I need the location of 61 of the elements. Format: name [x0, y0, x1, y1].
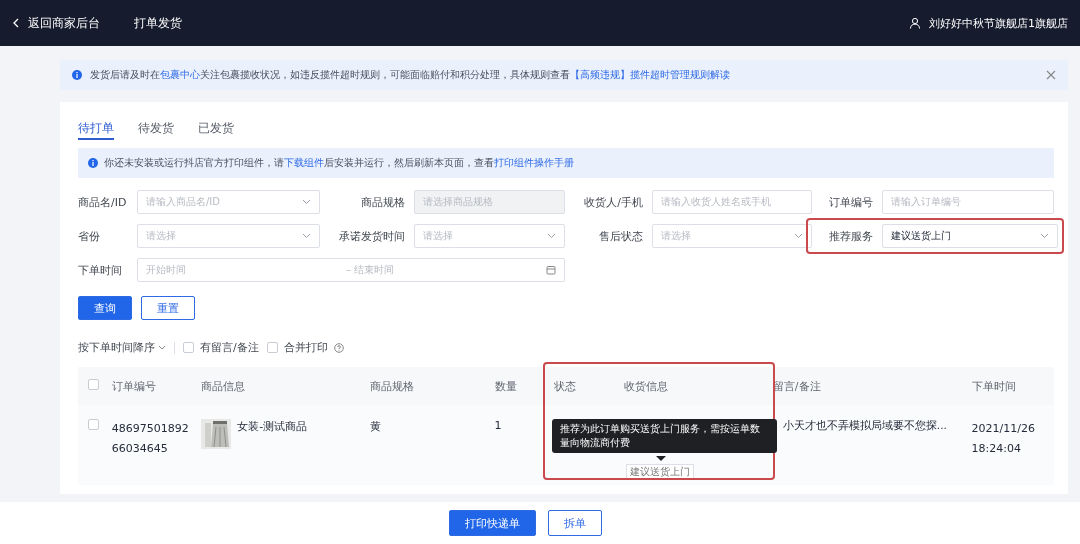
filter-label: 承诺发货时间 — [338, 228, 406, 244]
table-cell: 1 — [494, 419, 502, 432]
column-header: 状态 — [554, 379, 577, 393]
checkbox[interactable] — [183, 342, 194, 353]
calendar-icon — [546, 265, 556, 275]
back-link[interactable]: 返回商家后台 — [28, 14, 100, 32]
filter-label: 省份 — [78, 228, 101, 244]
checkbox-label[interactable]: 有留言/备注 — [200, 340, 259, 355]
select-field[interactable]: 建议送货上门 — [882, 224, 1058, 248]
select-all-checkbox[interactable] — [88, 379, 99, 390]
tab[interactable]: 待发货 — [138, 120, 174, 140]
filter-label: 推荐服务 — [828, 228, 874, 244]
chevron-down-icon — [302, 199, 311, 205]
row-checkbox[interactable] — [88, 419, 99, 430]
search-button[interactable]: 查询 — [78, 296, 132, 320]
user-icon — [909, 17, 921, 29]
table-cell: 黄 — [370, 420, 382, 433]
filter-label: 商品名/ID — [78, 194, 128, 210]
chevron-down-icon — [794, 233, 803, 239]
chevron-down-icon — [547, 233, 556, 239]
filter-label: 收货人/手机 — [583, 194, 644, 210]
column-header: 下单时间 — [971, 379, 1016, 393]
filter-label: 订单编号 — [828, 194, 874, 210]
notice-text: 你还未安装或运行抖店官方打印组件，请下载组件后安装并运行，然后刷新本页面，查看打印组件操作手册 — [104, 156, 574, 170]
column-header: 订单编号 — [111, 379, 156, 393]
tooltip: 推荐为此订单购买送货上门服务，需按运单数量向物流商付费 — [552, 419, 777, 453]
sort-dropdown[interactable]: 按下单时间降序 — [78, 340, 166, 355]
filter-label: 售后状态 — [598, 228, 644, 244]
info-icon — [88, 158, 98, 168]
close-icon[interactable] — [1046, 70, 1056, 80]
column-header: 收货信息 — [623, 379, 668, 393]
notice-text: 发货后请及时在包裹中心关注包裹揽收状况，如违反揽件超时规则，可能面临赔付和积分处理，具体规则查看【高频违规】揽件超时管理规则解读 — [90, 68, 731, 82]
store-name[interactable]: 刘好好中秋节旗舰店1旗舰店 — [929, 15, 1068, 31]
checkbox-label[interactable]: 合并打印 — [283, 340, 328, 355]
column-header: 数量 — [494, 379, 517, 393]
split-button[interactable]: 拆单 — [547, 510, 602, 536]
product-name: 女装-测试商品 — [237, 419, 308, 434]
filter-label: 商品规格 — [360, 194, 406, 210]
caret-icon — [158, 345, 166, 350]
print-button[interactable]: 打印快递单 — [448, 510, 536, 536]
reset-button[interactable]: 重置 — [141, 296, 195, 320]
help-icon[interactable] — [333, 342, 344, 353]
link[interactable]: 打印组件操作手册 — [494, 156, 574, 168]
link[interactable]: 下载组件 — [284, 156, 324, 168]
link[interactable]: 包裹中心 — [160, 68, 200, 80]
checkbox[interactable] — [266, 342, 278, 353]
chevron-down-icon — [1040, 233, 1049, 239]
column-header: 商品规格 — [370, 379, 415, 393]
tab[interactable]: 已发货 — [198, 120, 234, 140]
order-time: 2021/11/26 18:24:04 — [971, 421, 1036, 457]
tab[interactable]: 待打单 — [78, 120, 114, 140]
page-title: 打单发货 — [134, 14, 182, 32]
filter-label: 下单时间 — [78, 262, 123, 278]
chevron-down-icon — [302, 233, 311, 239]
column-header: 商品信息 — [201, 379, 246, 393]
link[interactable]: 【高频违规】揽件超时管理规则解读 — [570, 68, 730, 80]
info-icon — [72, 70, 82, 80]
order-number: 4869750189266034645 — [111, 421, 190, 457]
remark-text: 小天才也不弄模拟局域要不您探... — [781, 419, 947, 433]
tooltip-arrow-icon — [656, 456, 666, 461]
back-icon[interactable] — [12, 18, 20, 28]
